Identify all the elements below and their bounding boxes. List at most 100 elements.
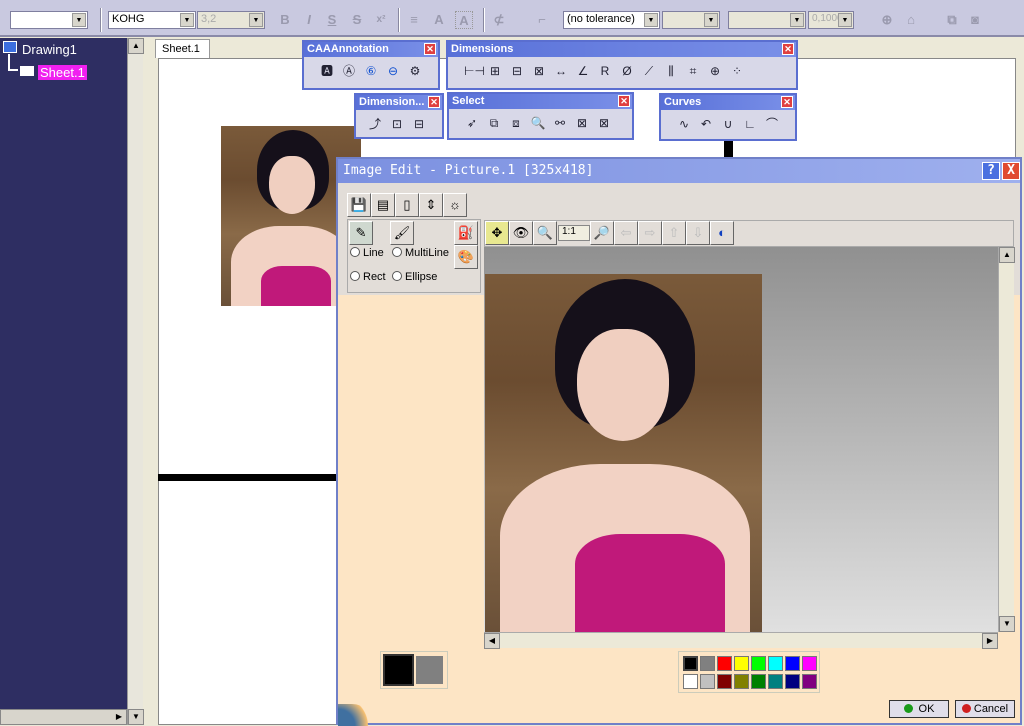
frame-icon[interactable]: A [455, 11, 473, 29]
palette-swatch[interactable] [700, 674, 715, 689]
strikethrough-button[interactable]: S [348, 11, 366, 29]
fill-bucket-icon[interactable]: ⛽ [454, 221, 478, 245]
image-vscrollbar[interactable]: ▲ ▼ [998, 247, 1015, 632]
view-eye-icon[interactable]: 👁 [509, 221, 533, 245]
remove-point-icon[interactable]: ⊟ [409, 113, 429, 133]
align-icon[interactable]: ≡ [405, 11, 423, 29]
analysis-icon[interactable]: ⧉ [943, 11, 961, 29]
palette-swatch[interactable] [734, 656, 749, 671]
connect-curve-icon[interactable]: ↶ [696, 113, 716, 133]
numeric-display-combo[interactable]: ▼ [728, 11, 806, 29]
precision-combo[interactable]: 0,1000 ▼ [808, 11, 854, 29]
palette-swatch[interactable] [683, 656, 698, 671]
polygon-trap-icon[interactable]: 🔍 [528, 112, 548, 132]
chained-dimension-icon[interactable]: ⊞ [485, 60, 505, 80]
palette-swatch[interactable] [700, 656, 715, 671]
palette-swatch[interactable] [683, 674, 698, 689]
radius-dimension-icon[interactable]: R [595, 60, 615, 80]
text-size-icon[interactable]: A [430, 11, 448, 29]
close-button[interactable]: X [1002, 162, 1020, 180]
palette-swatch[interactable] [768, 674, 783, 689]
cumulated-dimension-icon[interactable]: ⊟ [507, 60, 527, 80]
balloon-icon[interactable]: ⑥ [361, 60, 381, 80]
brush-icon[interactable]: 🖌 [390, 221, 414, 245]
save-icon[interactable]: 💾 [347, 193, 371, 217]
tree-item-sheet[interactable]: Sheet.1 [38, 65, 87, 80]
conic-icon[interactable]: ⌒ [762, 113, 782, 133]
view-icon[interactable]: ◙ [966, 11, 984, 29]
thread-dimension-icon[interactable]: ⫼ [661, 60, 681, 80]
intersecting-trap-icon[interactable]: ⧈ [506, 112, 526, 132]
palette-swatch[interactable] [768, 656, 783, 671]
radio-multiline[interactable]: MultiLine [392, 247, 449, 259]
scroll-down-icon[interactable]: ▼ [128, 709, 144, 725]
spline-icon[interactable]: ∿ [674, 113, 694, 133]
chamfer-dimension-icon[interactable]: ⟋ [639, 60, 659, 80]
arrow-down-icon[interactable]: ⇩ [686, 221, 710, 245]
palette-swatch[interactable] [802, 674, 817, 689]
bold-button[interactable]: B [276, 11, 294, 29]
zoom-in-icon[interactable]: 🔎 [590, 221, 614, 245]
anchor-icon[interactable]: ⊄ [490, 11, 508, 29]
intersect-outside-icon[interactable]: ⊠ [594, 112, 614, 132]
hole-table-icon[interactable]: ⊕ [705, 60, 725, 80]
compass-icon[interactable]: ◐ [710, 221, 734, 245]
tree-scrollbar[interactable]: ▲ ▼ [127, 38, 144, 725]
fit-all-icon[interactable]: ✥ [485, 221, 509, 245]
close-icon[interactable]: ✕ [618, 95, 630, 107]
scroll-up-icon[interactable]: ▲ [999, 247, 1015, 263]
tree-hscroll[interactable]: ▶ [0, 709, 127, 725]
arrow-up-icon[interactable]: ⇧ [662, 221, 686, 245]
parabola-icon[interactable]: ∪ [718, 113, 738, 133]
image-viewport[interactable] [484, 247, 998, 632]
zoom-out-icon[interactable]: 🔍 [533, 221, 557, 245]
dimension-icon[interactable]: ⊢⊣ [463, 60, 485, 80]
cancel-button[interactable]: Cancel [955, 700, 1015, 718]
palette-swatch[interactable] [734, 674, 749, 689]
font-size-combo[interactable]: 3,2 ▼ [197, 11, 265, 29]
palette-swatch[interactable] [717, 674, 732, 689]
circled-a-icon[interactable]: Ⓐ [339, 60, 359, 80]
select-trap-icon[interactable]: ⧉ [484, 112, 504, 132]
flip-icon[interactable]: ⇕ [419, 193, 443, 217]
pen-icon[interactable]: ✎ [349, 221, 373, 245]
background-color-swatch[interactable] [416, 656, 443, 684]
text-box-icon[interactable]: 🅰 [317, 60, 337, 80]
diameter-dimension-icon[interactable]: Ø [617, 60, 637, 80]
scroll-right-icon[interactable]: ▶ [982, 633, 998, 649]
palette-swatch[interactable] [785, 656, 800, 671]
palette-swatch[interactable] [751, 674, 766, 689]
radio-ellipse[interactable]: Ellipse [392, 271, 437, 283]
select-arrow-icon[interactable]: ➶ [462, 112, 482, 132]
free-hand-trap-icon[interactable]: ⚯ [550, 112, 570, 132]
frame-icon[interactable]: ▯ [395, 193, 419, 217]
scroll-up-icon[interactable]: ▲ [128, 38, 144, 54]
grid-icon[interactable]: ⌂ [902, 11, 920, 29]
italic-button[interactable]: I [300, 11, 318, 29]
help-button[interactable]: ? [982, 162, 1000, 180]
scroll-down-icon[interactable]: ▼ [999, 616, 1015, 632]
arrow-left-icon[interactable]: ⇦ [614, 221, 638, 245]
reroute-icon[interactable]: ⤴ [365, 113, 385, 133]
zoom-input[interactable]: 1:1 [558, 225, 590, 241]
palette-swatch[interactable] [802, 656, 817, 671]
tolerance-combo[interactable]: (no tolerance) ▼ [563, 11, 660, 29]
arrow-right-icon[interactable]: ⇨ [638, 221, 662, 245]
radio-rect[interactable]: Rect [350, 271, 386, 283]
annotation-settings-icon[interactable]: ⚙ [405, 60, 425, 80]
tolerance-value-combo[interactable]: ▼ [662, 11, 720, 29]
foreground-color-swatch[interactable] [383, 654, 414, 686]
tree-item-drawing[interactable]: Drawing1 [22, 42, 77, 57]
close-icon[interactable]: ✕ [782, 43, 794, 55]
font-name-combo[interactable]: KOHG ▼ [108, 11, 196, 29]
close-icon[interactable]: ✕ [428, 96, 440, 108]
radio-line[interactable]: Line [350, 247, 384, 259]
datum-icon[interactable]: ⊖ [383, 60, 403, 80]
coordinate-dimension-icon[interactable]: ⌗ [683, 60, 703, 80]
stacked-dimension-icon[interactable]: ⊠ [529, 60, 549, 80]
properties-icon[interactable]: ▤ [371, 193, 395, 217]
length-dimension-icon[interactable]: ↔ [551, 60, 571, 80]
brightness-icon[interactable]: ☼ [443, 193, 467, 217]
paint-icon[interactable]: 🎨 [454, 245, 478, 269]
style-combo[interactable]: ▼ [10, 11, 88, 29]
